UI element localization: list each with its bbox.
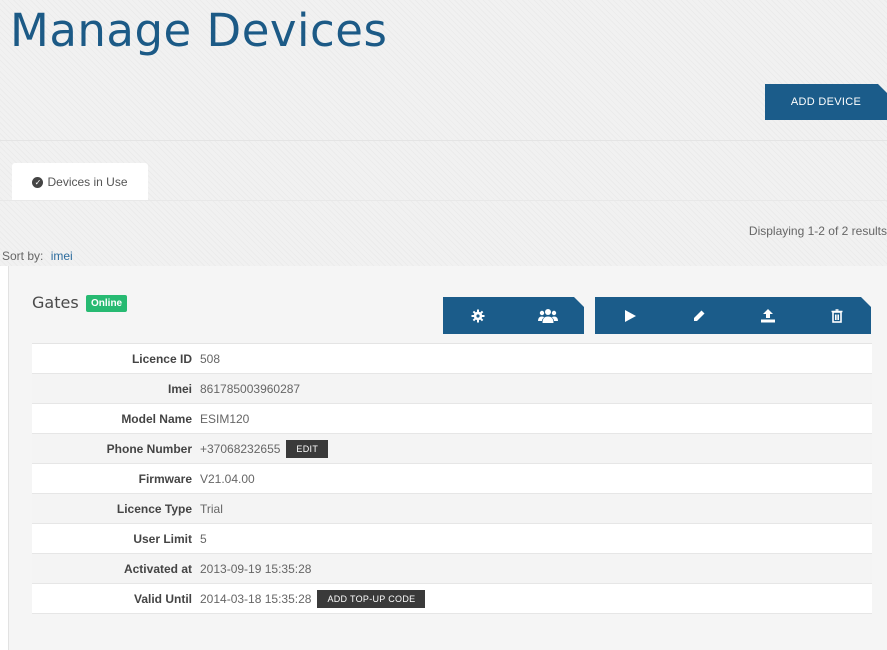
- play-button[interactable]: [595, 297, 664, 334]
- tab-devices-in-use[interactable]: ✓ Devices in Use: [12, 163, 148, 201]
- page-title: Manage Devices: [10, 4, 388, 57]
- detail-row-licence-id: Licence ID 508: [32, 344, 872, 374]
- valid-until-value: 2014-03-18 15:35:28: [200, 591, 312, 606]
- settings-button[interactable]: [443, 297, 513, 334]
- detail-label: Model Name: [121, 411, 192, 426]
- trash-icon: [831, 309, 843, 323]
- tab-label: Devices in Use: [47, 175, 128, 189]
- detail-value: 5: [200, 531, 207, 546]
- detail-row-phone-number: Phone Number +37068232655 EDIT: [32, 434, 872, 464]
- upload-button[interactable]: [733, 297, 802, 334]
- edit-phone-button[interactable]: EDIT: [286, 439, 329, 458]
- play-icon: [623, 309, 637, 323]
- tabs-underline: [0, 200, 887, 201]
- detail-value: V21.04.00: [200, 471, 255, 486]
- detail-row-model-name: Model Name ESIM120: [32, 404, 872, 434]
- detail-value: ESIM120: [200, 411, 250, 426]
- upload-icon: [760, 309, 776, 323]
- detail-value: Trial: [200, 501, 223, 516]
- detail-label: Valid Until: [133, 591, 192, 606]
- phone-number-value: +37068232655: [200, 441, 281, 456]
- detail-row-imei: Imei 861785003960287: [32, 374, 872, 404]
- detail-row-valid-until: Valid Until 2014-03-18 15:35:28 ADD TOP-…: [32, 584, 872, 614]
- device-actions-group: [595, 297, 871, 334]
- detail-value: 2013-09-19 15:35:28: [200, 561, 312, 576]
- pencil-icon: [692, 309, 706, 323]
- panel-border: [8, 266, 9, 650]
- detail-label: User Limit: [133, 531, 192, 546]
- add-device-button[interactable]: ADD DEVICE: [765, 84, 887, 120]
- sort-row: Sort by: imei: [2, 249, 73, 263]
- detail-value: 861785003960287: [200, 381, 301, 396]
- detail-value: 508: [200, 351, 221, 366]
- detail-label: Activated at: [123, 561, 192, 576]
- gear-icon: [471, 309, 485, 323]
- detail-label: Imei: [167, 381, 192, 396]
- device-settings-group: [443, 297, 584, 334]
- detail-label: Licence Type: [116, 501, 192, 516]
- detail-row-firmware: Firmware V21.04.00: [32, 464, 872, 494]
- check-circle-icon: ✓: [32, 176, 44, 188]
- detail-value: +37068232655 EDIT: [200, 439, 329, 458]
- detail-row-activated-at: Activated at 2013-09-19 15:35:28: [32, 554, 872, 584]
- device-details-table: Licence ID 508 Imei 861785003960287 Mode…: [32, 343, 872, 614]
- detail-row-user-limit: User Limit 5: [32, 524, 872, 554]
- status-badge: Online: [86, 295, 128, 312]
- edit-device-button[interactable]: [664, 297, 733, 334]
- detail-label: Firmware: [138, 471, 192, 486]
- header-area: Manage Devices ADD DEVICE: [0, 0, 887, 140]
- sort-label: Sort by:: [2, 249, 44, 263]
- users-button[interactable]: [513, 297, 583, 334]
- users-icon: [538, 308, 558, 324]
- add-top-up-code-button[interactable]: ADD TOP-UP CODE: [317, 589, 426, 608]
- results-count: Displaying 1-2 of 2 results: [748, 224, 887, 238]
- delete-button[interactable]: [802, 297, 871, 334]
- detail-value: 2014-03-18 15:35:28 ADD TOP-UP CODE: [200, 589, 426, 608]
- device-name: Gates: [32, 293, 79, 312]
- detail-row-licence-type: Licence Type Trial: [32, 494, 872, 524]
- tabs-area: ✓ Devices in Use: [0, 141, 887, 266]
- detail-label: Phone Number: [106, 441, 192, 456]
- sort-imei-link[interactable]: imei: [51, 249, 73, 263]
- detail-label: Licence ID: [131, 351, 192, 366]
